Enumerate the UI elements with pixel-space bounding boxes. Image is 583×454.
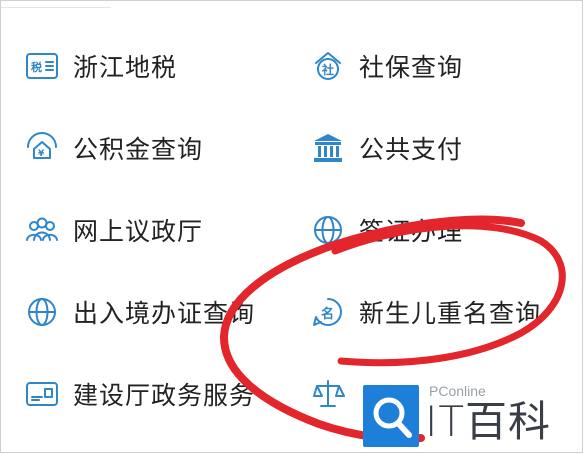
globe-icon xyxy=(25,295,59,329)
watermark-logo-block xyxy=(363,385,419,447)
service-label: 出入境办证查询 xyxy=(73,299,256,328)
service-label: 社保查询 xyxy=(359,53,464,82)
id-card-icon xyxy=(25,377,59,411)
watermark-brand-large: IT百科 xyxy=(425,397,552,446)
service-item-public-payment[interactable]: 公共支付 xyxy=(311,128,463,168)
service-item-partial[interactable] xyxy=(311,374,359,414)
svg-text:名: 名 xyxy=(321,306,334,322)
service-label: 网上议政厅 xyxy=(73,217,204,246)
people-group-icon xyxy=(25,213,59,247)
service-label: 浙江地税 xyxy=(73,53,178,82)
service-label: 签证办理 xyxy=(359,217,464,246)
globe-icon xyxy=(311,213,345,247)
name-tag-icon: 名 xyxy=(311,295,345,329)
service-label: 公积金查询 xyxy=(73,135,204,164)
service-label: 公共支付 xyxy=(359,135,464,164)
service-item-housing-fund[interactable]: ¥ 公积金查询 xyxy=(25,128,203,168)
service-item-entry-exit[interactable]: 出入境办证查询 xyxy=(25,292,255,332)
service-label: 建设厅政务服务 xyxy=(73,381,256,410)
housing-fund-icon: ¥ xyxy=(25,131,59,165)
service-item-construction[interactable]: 建设厅政务服务 xyxy=(25,374,255,414)
svg-text:¥: ¥ xyxy=(38,149,45,159)
service-item-zhejiang-tax[interactable]: 税 浙江地税 xyxy=(25,46,177,86)
service-item-visa[interactable]: 签证办理 xyxy=(311,210,463,250)
svg-text:社: 社 xyxy=(321,62,334,77)
bank-building-icon xyxy=(311,131,345,165)
tax-card-icon: 税 xyxy=(25,49,59,83)
service-item-newborn-name[interactable]: 名 新生儿重名查询 xyxy=(311,292,541,332)
service-item-online-council[interactable]: 网上议政厅 xyxy=(25,210,203,250)
social-security-icon: 社 xyxy=(311,49,345,83)
svg-text:税: 税 xyxy=(31,60,42,74)
service-item-social-security[interactable]: 社 社保查询 xyxy=(311,46,463,86)
pconline-watermark: PConline IT百科 xyxy=(363,381,581,451)
scales-icon xyxy=(311,377,345,411)
service-label: 新生儿重名查询 xyxy=(359,299,542,328)
